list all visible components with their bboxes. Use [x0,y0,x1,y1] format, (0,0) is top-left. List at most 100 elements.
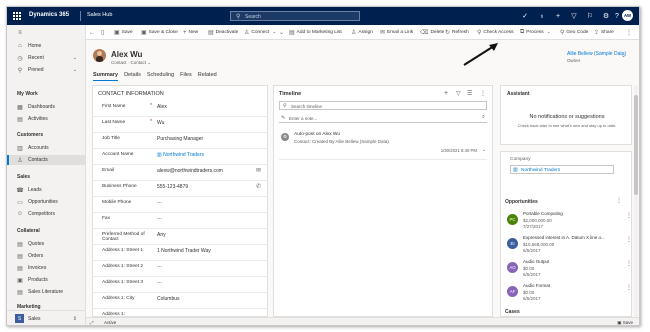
scrollbar[interactable] [634,85,638,317]
sidebar-item-opportunities[interactable]: ▭ Opportunities [7,197,85,207]
more-commands-button[interactable]: ⋮ [626,28,634,37]
sidebar-item-leads[interactable]: ☎ Leads [7,185,85,195]
tab-summary[interactable]: Summary [93,72,119,81]
area-switcher[interactable]: S Sales ⇕ [7,310,85,325]
more-vertical-icon[interactable]: ⋮ [616,197,622,204]
sidebar-item-invoices[interactable]: ▤ Invoices [7,263,85,273]
sidebar-item-competitors[interactable]: ☺ Competitors [7,209,85,219]
refresh-button[interactable]: ↻ Refresh [445,28,469,37]
save-button[interactable]: ▣ Save [114,28,133,37]
chevron-down-icon[interactable]: ⌄ [73,55,77,61]
field-value-input[interactable]: Any [157,232,166,238]
add-to-marketing-list-button[interactable]: ▤ Add to Marketing List [289,28,342,37]
opportunity-item[interactable]: AO Audio Output $0.00 6/5/2017 ⋮ [501,258,631,281]
sidebar-item-dashboards[interactable]: ▦ Dashboards [7,102,85,112]
sidebar-item-activities[interactable]: ▤ Activities [7,114,85,124]
filter-icon[interactable]: ▽ [456,90,461,97]
sidebar-item-products[interactable]: ▣ Products [7,275,85,285]
form-field-row: Last Name * Wu [93,116,267,133]
popout-icon[interactable]: ⤢ [90,320,94,325]
sidebar-item-orders[interactable]: ▤ Orders [7,251,85,261]
form-field-row: Business Phone 555-123-4879 ✆ [93,180,267,197]
company-lookup[interactable]: ▥ Northwind Traders [510,165,614,174]
global-search-input[interactable]: ⚲ Search [230,11,360,21]
call-phone-icon[interactable]: ✆ [256,183,261,190]
field-value-input[interactable]: Alex [157,104,167,110]
field-value-input[interactable]: 1 Northwind Trader Way [157,248,211,254]
back-button[interactable]: ← [89,28,97,37]
sidebar-item-contacts[interactable]: ♙ Contacts [7,155,85,165]
sidebar-item-sales-literature[interactable]: ▤ Sales Literature [7,287,85,297]
chevron-down-icon[interactable]: ⌄ [482,147,486,153]
attachment-icon[interactable]: ⌕ [482,114,485,121]
check-access-button[interactable]: ⚲ Check Access [477,28,514,37]
timeline-post[interactable]: ⚙ Auto-post on Alex Wu Contact: Created … [279,131,487,160]
delete-button[interactable]: ⌫ Delete [420,28,444,37]
email-link-button[interactable]: ✉ Email a Link [380,28,413,37]
assign-button[interactable]: ♙ Assign [351,28,373,37]
tab-scheduling[interactable]: Scheduling [147,72,174,81]
sidebar-item-pinned[interactable]: ⚲ Pinned ⌄ [7,65,85,75]
field-value-input[interactable]: ▥ Northwind Traders [157,152,204,158]
tab-files[interactable]: Files [180,72,192,81]
more-vertical-icon[interactable]: ⋮ [626,284,631,291]
more-vertical-icon[interactable]: ⋮ [626,260,631,267]
product-name[interactable]: Dynamics 365 [29,12,69,18]
sidebar-item-quotes[interactable]: ▤ Quotes [7,239,85,249]
deactivate-button[interactable]: ▤ Deactivate [208,28,238,37]
sidebar-group-my-work: My Work [17,91,38,97]
field-value-input[interactable]: --- [157,280,162,286]
send-email-icon[interactable]: ✉ [256,167,261,174]
pin-icon: ⚲ [17,67,23,74]
share-button[interactable]: ⇪ Share [594,28,614,37]
sidebar-item-accounts[interactable]: ▥ Accounts [7,143,85,153]
opportunity-item[interactable]: AF Audio Format $0.00 6/5/2017 ⋮ [501,282,631,305]
field-value-input[interactable]: alexw@northwindtraders.com [157,168,223,174]
connect-button[interactable]: ♙ Connect ⌄ [244,28,276,37]
field-value-input[interactable]: Purchasing Manager [157,136,203,142]
new-button[interactable]: + New [183,28,198,37]
timeline-search-input[interactable]: ⚲ Search timeline [279,101,487,110]
app-launcher-icon[interactable] [13,12,21,20]
note-input[interactable]: ✎ Enter a note... ⌕ [279,114,487,123]
tasks-icon[interactable]: ✓ [519,11,531,21]
opportunity-item[interactable]: PC Portable Computing $2,000,000.00 7/27/20… [501,210,631,233]
scrollbar-thumb[interactable] [634,95,638,195]
save-close-button[interactable]: ▣ Save & Close [141,28,178,37]
more-vertical-icon[interactable]: ⋮ [626,212,631,219]
assistant-icon[interactable]: ⚐ [584,11,596,21]
field-value-input[interactable]: --- [157,200,162,206]
field-value-input[interactable]: --- [157,264,162,270]
geo-code-button[interactable]: ⚲ Geo Code [560,28,588,37]
order-icon: ▤ [17,253,23,260]
sidebar-item-home[interactable]: ⌂ Home [7,41,85,51]
field-value-input[interactable]: --- [157,216,162,222]
filter-icon[interactable]: ▽ [568,11,580,21]
app-name[interactable]: Sales Hub [87,12,112,18]
popout-button[interactable]: ▯ [101,28,106,37]
chevron-down-icon[interactable]: ⌄ [73,67,77,73]
more-vertical-icon[interactable]: ⋮ [626,236,631,243]
tab-related[interactable]: Related [198,72,217,81]
add-activity-icon[interactable]: + [444,90,448,97]
add-icon[interactable]: + [552,11,564,21]
hamburger-menu-button[interactable]: ≡ [7,28,85,38]
field-value-input[interactable]: Columbus [157,296,180,302]
field-label: Email [102,168,114,173]
field-value-input[interactable]: 555-123-4879 [157,184,188,190]
assign-icon: ♙ [351,30,357,36]
owner-link[interactable]: Allie Bellew (Sample Data) [567,51,626,57]
process-button[interactable]: ⧉ Process ⌄ [520,28,551,37]
tab-details[interactable]: Details [124,72,141,81]
user-avatar[interactable]: AW [622,10,633,21]
list-view-icon[interactable]: ☰ [467,90,472,97]
opportunity-item[interactable]: EI Expressed interest in A. Datum X line … [501,234,631,257]
form-field-row: Address 1: Street 1 1 Northwind Trader Wa… [93,244,267,261]
header-expand-icon[interactable]: ⌄ [621,52,626,59]
more-vertical-icon[interactable]: ⋮ [480,90,486,97]
lightbulb-icon[interactable]: ♁ [536,11,548,21]
sidebar-item-recent[interactable]: ◷ Recent ⌄ [7,53,85,63]
status-save-button[interactable]: ▣ Save [617,320,633,326]
opportunity-name: Audio Output [523,259,550,264]
field-value-input[interactable]: Wu [157,120,164,126]
